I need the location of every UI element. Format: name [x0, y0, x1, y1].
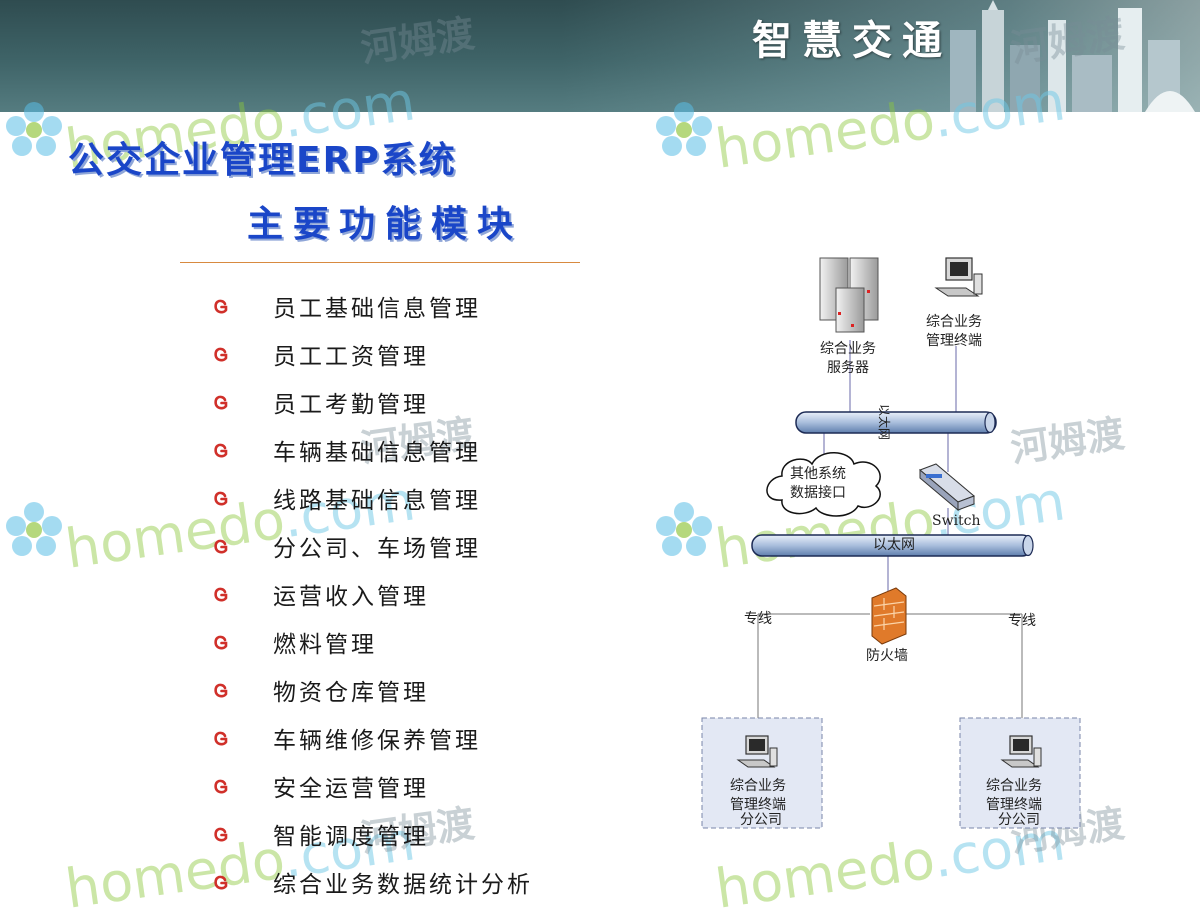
- branch-right-label-line2: 管理终端: [986, 797, 1042, 813]
- module-item: 智能调度管理: [212, 811, 426, 859]
- module-label: 员工考勤管理: [273, 392, 429, 418]
- banner-title: 智慧交通: [752, 18, 952, 64]
- spiral-bullet-icon: [214, 635, 228, 650]
- spiral-bullet-icon: [214, 731, 228, 746]
- module-label: 安全运营管理: [273, 776, 429, 802]
- leased-line-left-label: 专线: [744, 611, 772, 627]
- module-item: 分公司、车场管理: [212, 523, 478, 571]
- page-title: 公交企业管理ERP系统: [68, 140, 457, 181]
- switch-label: Switch: [932, 513, 981, 529]
- spiral-bullet-icon: [214, 491, 228, 506]
- module-item: 员工考勤管理: [212, 379, 426, 427]
- module-label: 燃料管理: [273, 632, 377, 658]
- leased-line-right-label: 专线: [1008, 613, 1036, 629]
- module-label: 智能调度管理: [273, 824, 429, 850]
- firewall-label: 防火墙: [866, 648, 908, 664]
- module-label: 综合业务数据统计分析: [273, 872, 533, 898]
- branch-left-label-line3: 分公司: [740, 812, 782, 828]
- spiral-bullet-icon: [214, 779, 228, 794]
- ethernet-bus-upper: [795, 411, 997, 434]
- module-item: 运营收入管理: [212, 571, 426, 619]
- module-label: 车辆维修保养管理: [273, 728, 481, 754]
- module-label: 车辆基础信息管理: [273, 440, 481, 466]
- ethernet-upper-label: 以太网: [877, 404, 892, 440]
- page-subtitle: 主要功能模块: [247, 204, 524, 245]
- spiral-bullet-icon: [214, 587, 228, 602]
- module-item: 线路基础信息管理: [212, 475, 478, 523]
- module-label: 员工工资管理: [273, 344, 429, 370]
- header-banner: 智慧交通: [0, 0, 1200, 112]
- module-label: 运营收入管理: [273, 584, 429, 610]
- top-terminal-label-line1: 综合业务: [926, 314, 982, 330]
- module-item: 物资仓库管理: [212, 667, 426, 715]
- module-item: 员工工资管理: [212, 331, 426, 379]
- spiral-bullet-icon: [214, 443, 228, 458]
- server-label-line2: 服务器: [827, 360, 869, 376]
- spiral-bullet-icon: [214, 683, 228, 698]
- module-item: 燃料管理: [212, 619, 374, 667]
- title-divider: [180, 262, 580, 263]
- branch-right-label-line1: 综合业务: [986, 778, 1042, 794]
- module-label: 物资仓库管理: [273, 680, 429, 706]
- spiral-bullet-icon: [214, 827, 228, 842]
- server-label-line1: 综合业务: [820, 341, 876, 357]
- module-item: 安全运营管理: [212, 763, 426, 811]
- branch-right-label-line3: 分公司: [998, 812, 1040, 828]
- switch-icon: [919, 463, 975, 512]
- module-list: 员工基础信息管理 员工工资管理 员工考勤管理车辆基础信息管理 线路基础信息管理 分公司、…: [212, 283, 530, 907]
- spiral-bullet-icon: [214, 875, 228, 890]
- module-item: 车辆基础信息管理: [212, 427, 478, 475]
- module-label: 员工基础信息管理: [273, 296, 481, 322]
- module-label: 分公司、车场管理: [273, 536, 481, 562]
- branch-left-label-line1: 综合业务: [730, 778, 786, 794]
- spiral-bullet-icon: [214, 539, 228, 554]
- branch-left-label-line2: 管理终端: [730, 797, 786, 813]
- module-item: 车辆维修保养管理: [212, 715, 478, 763]
- network-diagram: 综合业务 服务器 综合业务 管理终端 以太网 其他系统 数据接口 Switch …: [701, 257, 1081, 829]
- spiral-bullet-icon: [214, 299, 228, 314]
- other-system-label-line1: 其他系统: [790, 466, 846, 482]
- ethernet-lower-label: 以太网: [873, 537, 915, 553]
- spiral-bullet-icon: [214, 395, 228, 410]
- top-terminal-label-line2: 管理终端: [926, 333, 982, 349]
- watermark-flower-icon: [6, 502, 62, 556]
- other-system-label-line2: 数据接口: [790, 484, 846, 501]
- computer-terminal-icon: [934, 257, 983, 297]
- spiral-bullet-icon: [214, 347, 228, 362]
- firewall-icon: [871, 587, 907, 645]
- module-item: 员工基础信息管理: [212, 283, 478, 331]
- module-label: 线路基础信息管理: [273, 488, 481, 514]
- city-skyline-image: [950, 0, 1195, 112]
- server-icon: [819, 257, 879, 333]
